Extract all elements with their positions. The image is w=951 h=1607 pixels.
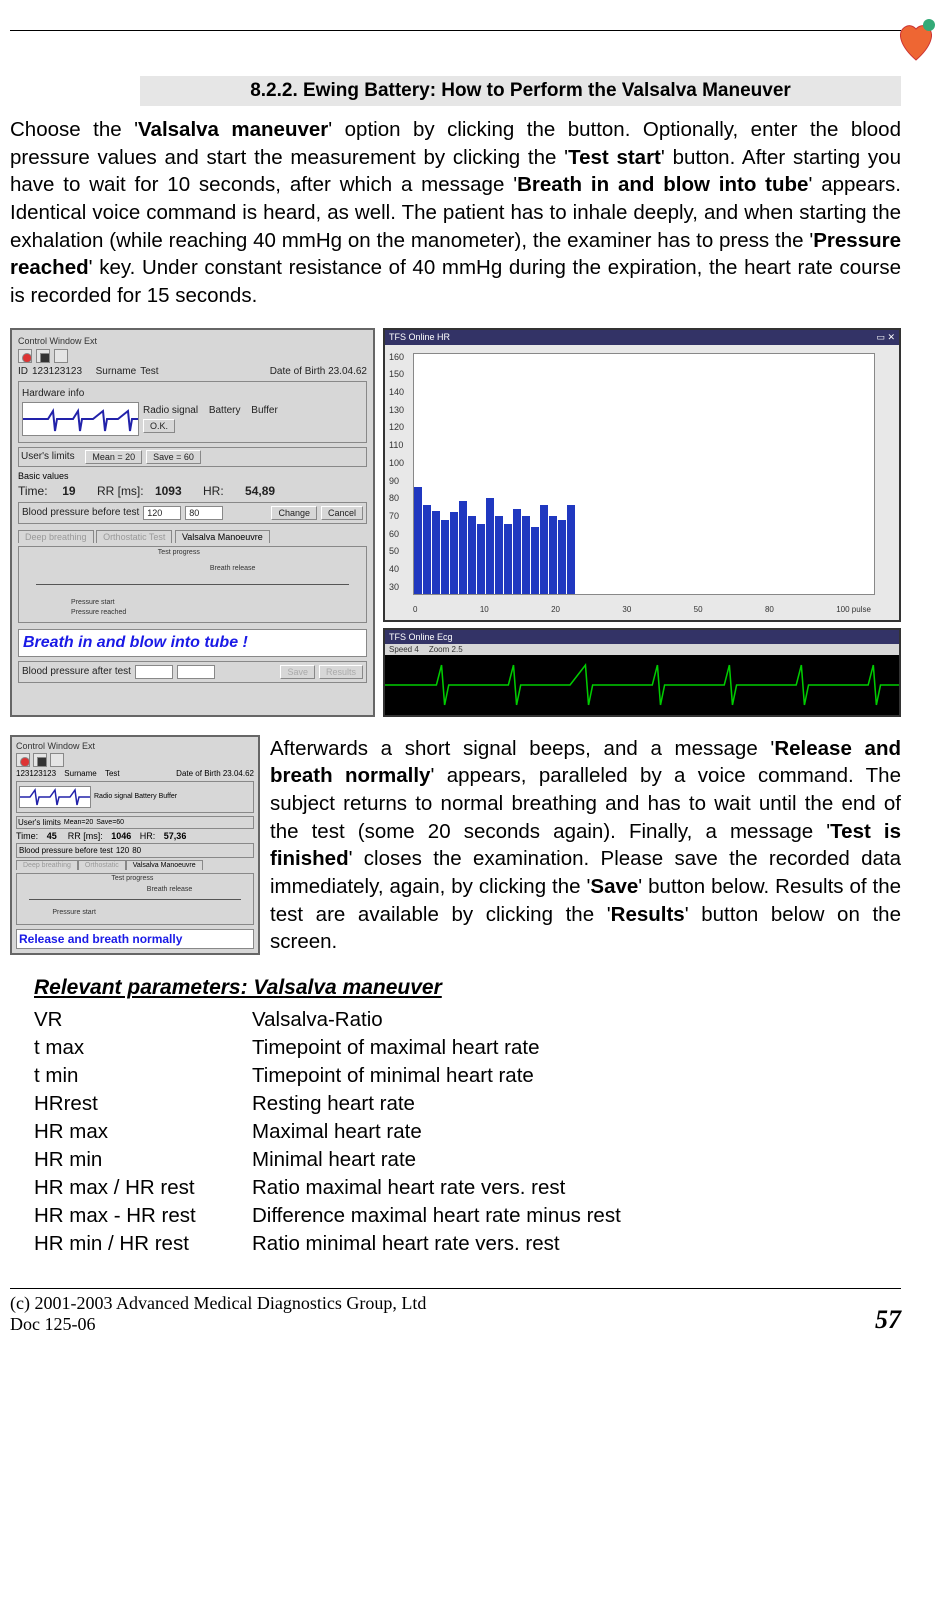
- surname-value: Test: [140, 366, 158, 377]
- section-title: 8.2.2. Ewing Battery: How to Perform the…: [140, 76, 901, 106]
- table-row: HR minMinimal heart rate: [34, 1146, 629, 1174]
- paragraph-1: Choose the 'Valsalva maneuver' option by…: [10, 116, 901, 310]
- tab-orthostatic[interactable]: Orthostatic Test: [96, 530, 172, 543]
- y-axis-labels: 16015014013012011010090807060504030: [389, 352, 404, 592]
- parameters-table: VRValsalva-Ratiot maxTimepoint of maxima…: [34, 1006, 629, 1258]
- record-buttons: [18, 349, 367, 363]
- bottom-rule: [10, 1288, 901, 1289]
- menu-bar: Control Window Ext: [18, 336, 367, 346]
- parameters-title: Relevant parameters: Valsalva maneuver: [34, 976, 901, 1000]
- hardware-wave: [22, 402, 139, 436]
- change-button[interactable]: Change: [271, 506, 317, 520]
- hr-value: 54,89: [245, 484, 275, 498]
- surname-label: Surname: [96, 366, 137, 377]
- figure-row-2: Control Window Ext 123123123 Surname Tes…: [10, 735, 901, 956]
- bold: Valsalva maneuver: [138, 118, 328, 141]
- x-axis-labels: 01020305080100 pulse: [385, 603, 899, 614]
- chart-bars: [414, 354, 874, 594]
- table-row: HRrestResting heart rate: [34, 1090, 629, 1118]
- tab-valsalva[interactable]: Valsalva Manoeuvre: [175, 530, 270, 543]
- tab-deep-breathing[interactable]: Deep breathing: [18, 530, 94, 543]
- ok-button[interactable]: O.K.: [143, 419, 175, 433]
- table-row: HR maxMaximal heart rate: [34, 1118, 629, 1146]
- top-rule: [10, 30, 901, 31]
- hardware-panel: Hardware info Radio signal Battery Buffe…: [18, 381, 367, 443]
- save-button[interactable]: Save: [280, 665, 315, 679]
- bold: Breath in and blow into tube: [517, 173, 808, 196]
- table-row: HR min / HR restRatio minimal heart rate…: [34, 1230, 629, 1258]
- table-row: t maxTimepoint of maximal heart rate: [34, 1034, 629, 1062]
- instruction-banner-2: Release and breath normally: [16, 929, 254, 949]
- ecg-wave: [385, 655, 899, 710]
- id-label: ID: [18, 366, 28, 377]
- instruction-banner-1: Breath in and blow into tube !: [18, 629, 367, 657]
- results-button[interactable]: Results: [319, 665, 363, 679]
- bold: Test start: [568, 146, 661, 169]
- bp-sys-field[interactable]: 120: [143, 506, 181, 520]
- copyright: (c) 2001-2003 Advanced Medical Diagnosti…: [10, 1293, 426, 1314]
- rr-value: 1093: [155, 484, 182, 498]
- table-row: HR max / HR restRatio maximal heart rate…: [34, 1174, 629, 1202]
- bp-dia-field[interactable]: 80: [185, 506, 223, 520]
- table-row: VRValsalva-Ratio: [34, 1006, 629, 1034]
- figure-row-1: Control Window Ext ID 123123123 Surname …: [10, 328, 901, 717]
- test-progress-panel: Test progress Pressure start Pressure re…: [18, 546, 367, 623]
- cancel-button[interactable]: Cancel: [321, 506, 363, 520]
- page-number: 57: [875, 1305, 901, 1335]
- ecg-panel: TFS Online Ecg Speed 4 Zoom 2.5: [383, 628, 901, 717]
- hardware-label: Hardware info: [22, 388, 84, 399]
- text: ' key. Under constant resistance of 40 m…: [10, 256, 901, 307]
- id-value: 123123123: [32, 366, 82, 377]
- table-row: HR max - HR restDifference maximal heart…: [34, 1202, 629, 1230]
- doc-id: Doc 125-06: [10, 1314, 426, 1335]
- dob-label: Date of Birth 23.04.62: [270, 366, 367, 377]
- time-value: 19: [62, 484, 75, 498]
- paragraph-2: Afterwards a short signal beeps, and a m…: [270, 735, 901, 956]
- screenshot-main-panel: Control Window Ext ID 123123123 Surname …: [10, 328, 375, 717]
- screenshot-charts: TFS Online HR▭ ✕ 16015014013012011010090…: [383, 328, 901, 717]
- page-footer: (c) 2001-2003 Advanced Medical Diagnosti…: [10, 1293, 901, 1335]
- logo: [891, 15, 941, 65]
- table-row: t minTimepoint of minimal heart rate: [34, 1062, 629, 1090]
- hr-chart: TFS Online HR▭ ✕ 16015014013012011010090…: [383, 328, 901, 622]
- text: Choose the ': [10, 118, 138, 141]
- screenshot-small-panel: Control Window Ext 123123123 Surname Tes…: [10, 735, 260, 955]
